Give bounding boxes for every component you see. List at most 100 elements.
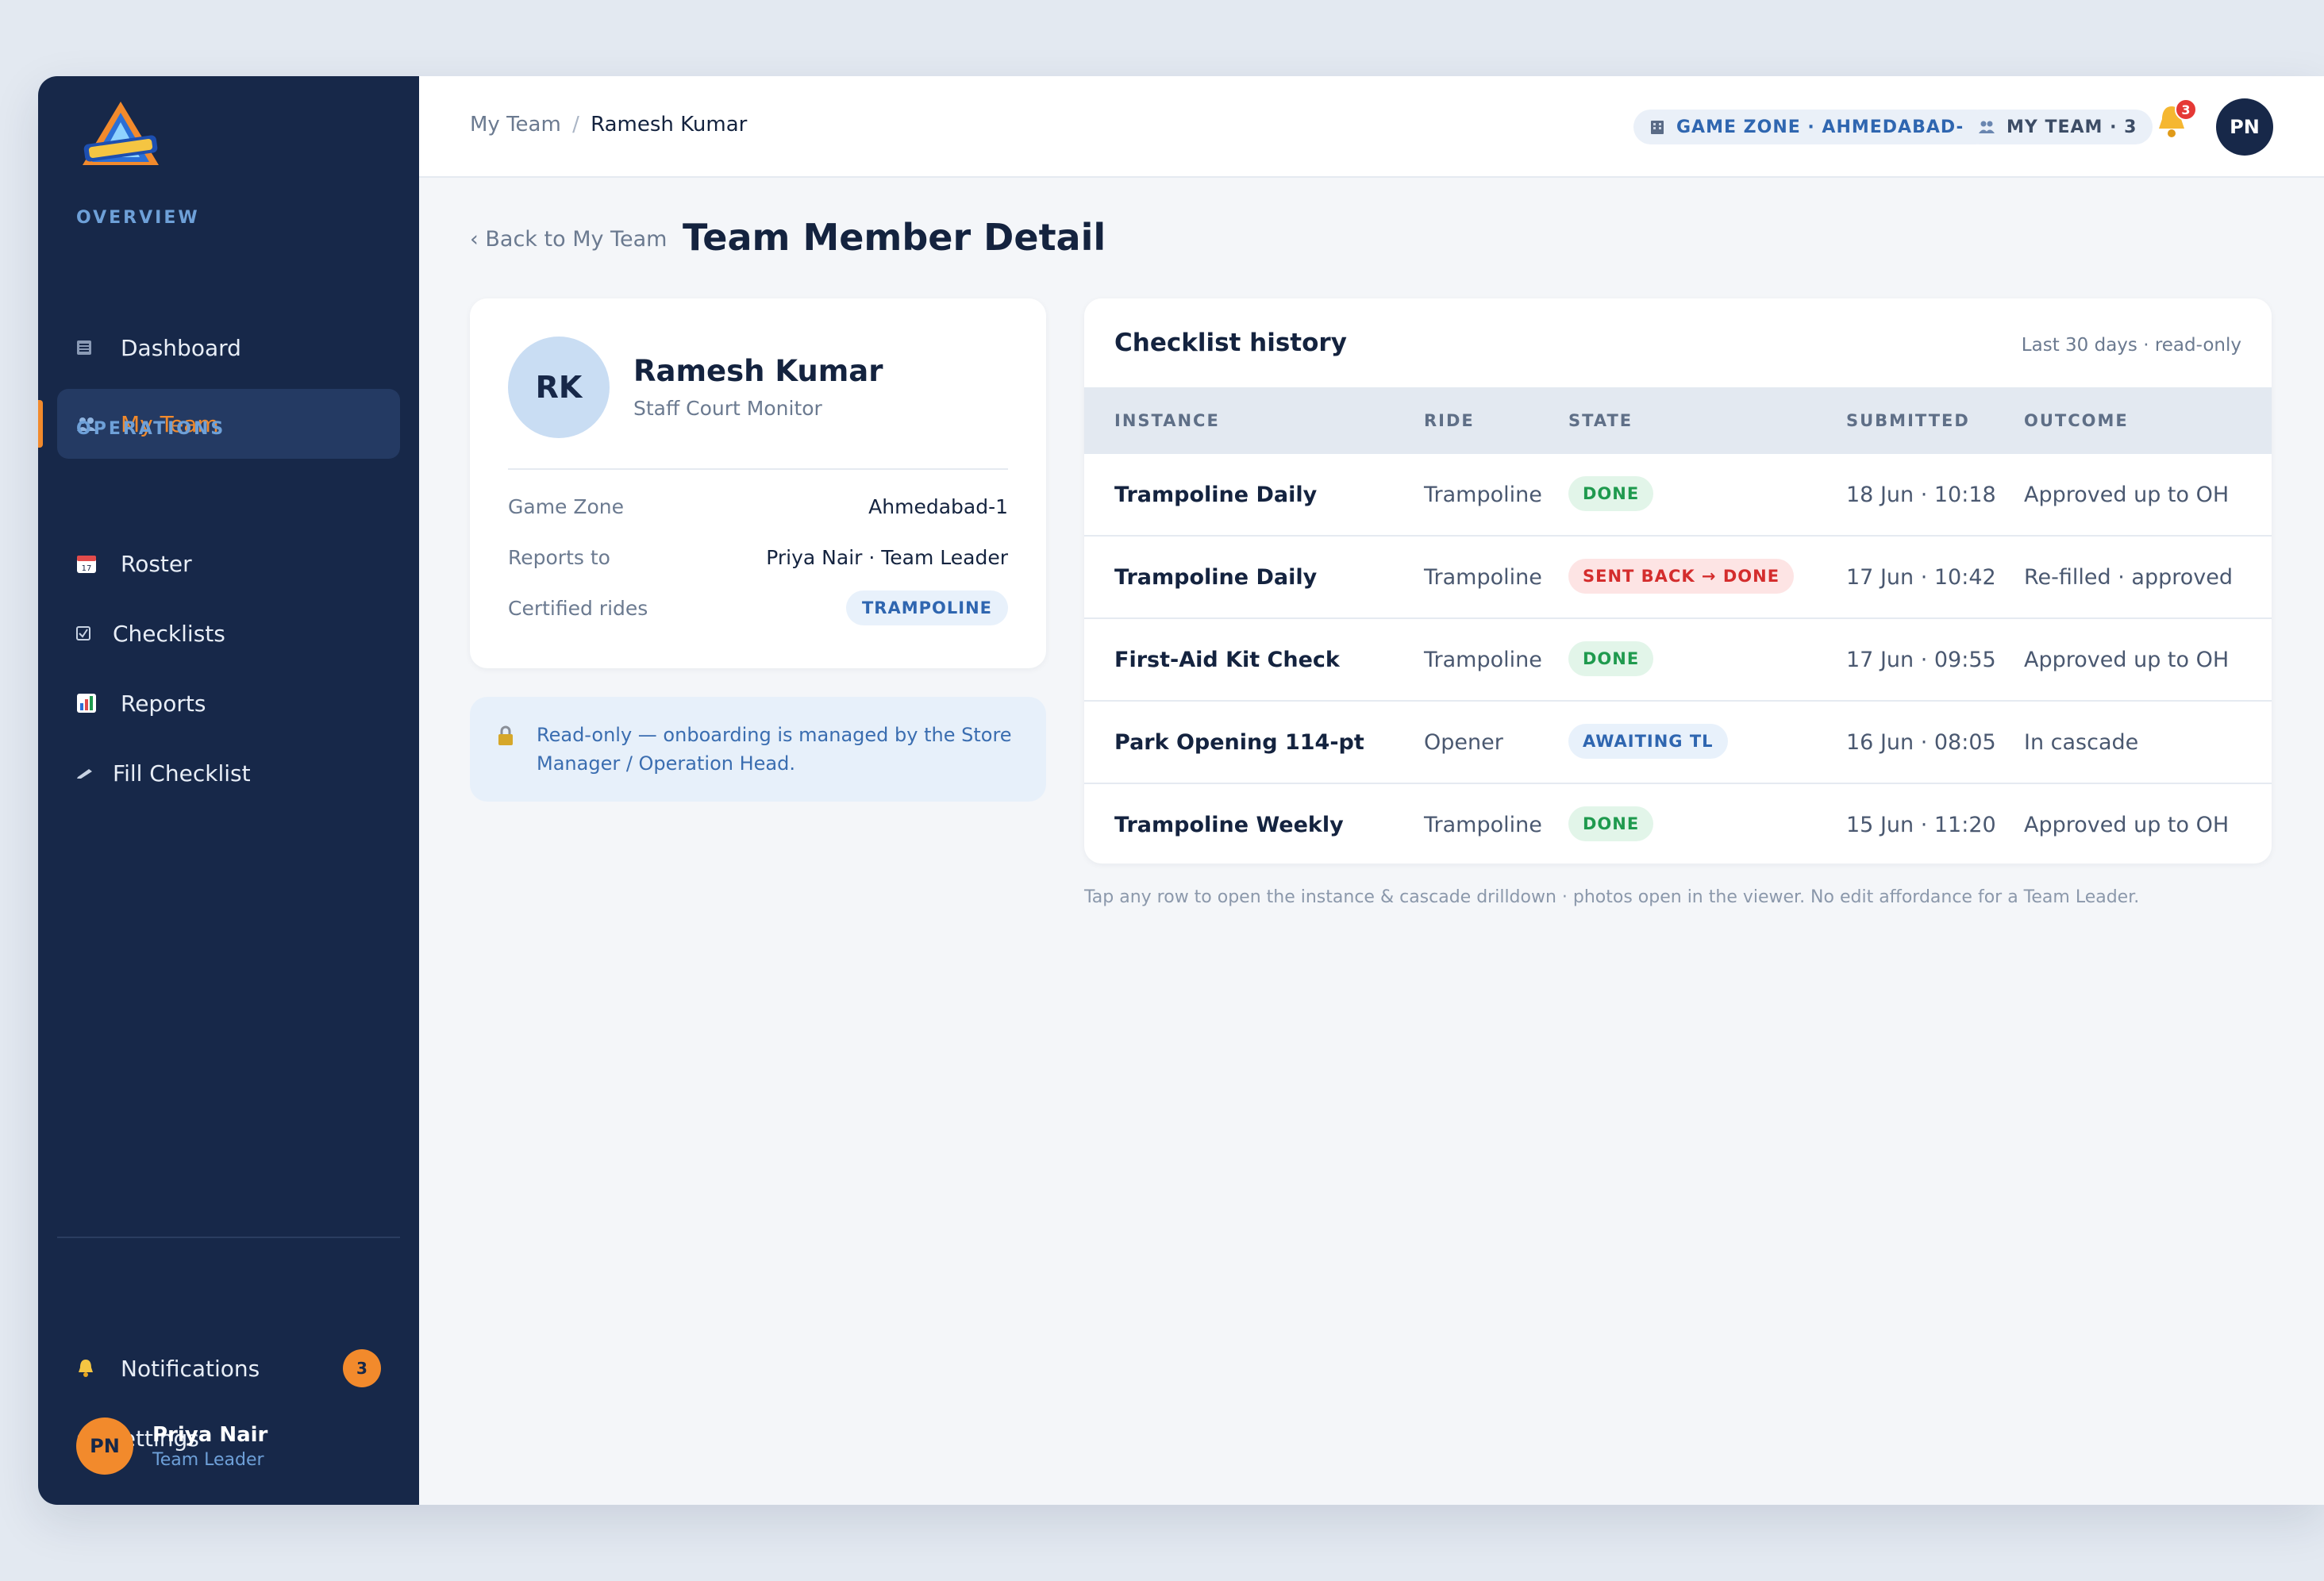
sidebar-item-label: Fill Checklist bbox=[113, 760, 251, 787]
game-zone-value: Ahmedabad-1 bbox=[868, 495, 1008, 518]
sidebar-item-checklists[interactable]: Checklists bbox=[57, 598, 400, 668]
sidebar-item-label: Checklists bbox=[113, 620, 225, 647]
sidebar-item-fill-checklist[interactable]: Fill Checklist bbox=[57, 738, 400, 808]
cell-submitted: 17 Jun · 09:55 bbox=[1846, 648, 1996, 672]
cell-ride: Trampoline bbox=[1424, 565, 1542, 590]
cell-instance: Park Opening 114-pt bbox=[1114, 730, 1364, 755]
dashboard-icon bbox=[76, 340, 108, 356]
cell-ride: Trampoline bbox=[1424, 648, 1542, 672]
status-badge: AWAITING TL bbox=[1568, 724, 1728, 759]
checklist-history-meta: Last 30 days · read-only bbox=[2021, 335, 2241, 356]
breadcrumb: My Team / Ramesh Kumar bbox=[470, 113, 747, 137]
member-name: Ramesh Kumar bbox=[633, 354, 883, 388]
certified-rides-row: Certified rides TRAMPOLINE bbox=[508, 590, 1008, 625]
cell-outcome: Approved up to OH bbox=[2024, 648, 2230, 672]
page-title: Team Member Detail bbox=[683, 216, 1106, 259]
game-zone-chip[interactable]: GAME ZONE · AHMEDABAD-1 bbox=[1633, 110, 1993, 144]
section-label-operations: OPERATIONS bbox=[76, 419, 226, 439]
read-only-notice: Read-only — onboarding is managed by the… bbox=[470, 697, 1046, 802]
table-row[interactable]: Trampoline Weekly Trampoline DONE 15 Jun… bbox=[1084, 784, 2272, 864]
team-icon bbox=[1979, 121, 1995, 133]
main-content: My Team / Ramesh Kumar GAME ZONE · AHMED… bbox=[419, 76, 2324, 1505]
cell-submitted: 17 Jun · 10:42 bbox=[1846, 565, 1996, 590]
column-header-outcome: OUTCOME bbox=[2024, 411, 2129, 430]
svg-text:17: 17 bbox=[82, 564, 92, 573]
cell-outcome: In cascade bbox=[2024, 730, 2139, 755]
sidebar-item-dashboard[interactable]: Dashboard bbox=[57, 313, 400, 383]
cell-instance: Trampoline Weekly bbox=[1114, 813, 1344, 837]
cell-submitted: 16 Jun · 08:05 bbox=[1846, 730, 1996, 755]
cell-instance: Trampoline Daily bbox=[1114, 483, 1318, 507]
my-team-chip[interactable]: MY TEAM · 3 bbox=[1962, 110, 2153, 144]
cell-submitted: 18 Jun · 10:18 bbox=[1846, 483, 1996, 507]
certified-ride-tag: TRAMPOLINE bbox=[845, 590, 1008, 625]
cell-ride: Trampoline bbox=[1424, 813, 1542, 837]
cell-outcome: Re-filled · approved bbox=[2024, 565, 2233, 590]
bar-chart-icon bbox=[76, 693, 108, 714]
back-to-my-team-link[interactable]: ‹ Back to My Team bbox=[470, 227, 667, 252]
cell-instance: First-Aid Kit Check bbox=[1114, 648, 1340, 672]
game-zone-row: Game Zone Ahmedabad-1 bbox=[508, 495, 1008, 518]
notifications-bell-badge: 3 bbox=[2175, 98, 2197, 121]
breadcrumb-current: Ramesh Kumar bbox=[591, 113, 748, 137]
user-role: Team Leader bbox=[152, 1449, 264, 1470]
sidebar-item-notifications[interactable]: Notifications 3 bbox=[57, 1333, 400, 1403]
table-row[interactable]: Park Opening 114-pt Opener AWAITING TL 1… bbox=[1084, 702, 2272, 784]
avatar: PN bbox=[76, 1418, 133, 1475]
table-row[interactable]: Trampoline Daily Trampoline SENT BACK → … bbox=[1084, 537, 2272, 619]
breadcrumb-parent-link[interactable]: My Team bbox=[470, 113, 561, 137]
section-label-overview: OVERVIEW bbox=[76, 208, 200, 228]
table-row[interactable]: First-Aid Kit Check Trampoline DONE 17 J… bbox=[1084, 619, 2272, 702]
reports-to-label: Reports to bbox=[508, 546, 610, 569]
notifications-count-badge: 3 bbox=[343, 1349, 381, 1387]
user-name: Priya Nair bbox=[152, 1422, 268, 1447]
status-badge: DONE bbox=[1568, 641, 1654, 676]
avatar[interactable]: PN bbox=[2216, 98, 2273, 156]
sidebar-item-label: Reports bbox=[121, 690, 206, 717]
column-header-ride: RIDE bbox=[1424, 411, 1475, 430]
status-badge: DONE bbox=[1568, 476, 1654, 511]
checklist-history-title: Checklist history bbox=[1114, 329, 1347, 357]
reports-to-row: Reports to Priya Nair · Team Leader bbox=[508, 546, 1008, 569]
status-badge: SENT BACK → DONE bbox=[1568, 559, 1795, 594]
game-zone-chip-label: GAME ZONE · AHMEDABAD-1 bbox=[1676, 117, 1977, 137]
calendar-icon: 17 bbox=[76, 553, 108, 574]
app-window: OVERVIEW Dashboard My Team OPERATIONS 17… bbox=[38, 76, 2324, 1505]
game-zone-label: Game Zone bbox=[508, 495, 625, 518]
sidebar-user-profile[interactable]: PN Priya Nair Team Leader bbox=[76, 1418, 267, 1475]
sidebar: OVERVIEW Dashboard My Team OPERATIONS 17… bbox=[38, 76, 419, 1505]
table-header: INSTANCE RIDE STATE SUBMITTED OUTCOME bbox=[1084, 387, 2272, 454]
table-footnote: Tap any row to open the instance & casca… bbox=[1084, 887, 2140, 907]
cell-outcome: Approved up to OH bbox=[2024, 483, 2230, 507]
sidebar-item-reports[interactable]: Reports bbox=[57, 668, 400, 738]
member-role: Staff Court Monitor bbox=[633, 397, 822, 420]
bell-icon bbox=[76, 1358, 108, 1379]
member-profile-card: RK Ramesh Kumar Staff Court Monitor Game… bbox=[470, 298, 1046, 668]
checkbox-icon bbox=[76, 626, 100, 640]
certified-rides-label: Certified rides bbox=[508, 596, 648, 620]
sidebar-item-label: Roster bbox=[121, 550, 192, 577]
sidebar-item-label: Notifications bbox=[121, 1355, 260, 1382]
cell-ride: Trampoline bbox=[1424, 483, 1542, 507]
breadcrumb-separator: / bbox=[572, 113, 579, 137]
sidebar-item-label: Dashboard bbox=[121, 334, 241, 361]
column-header-instance: INSTANCE bbox=[1114, 411, 1220, 430]
cell-outcome: Approved up to OH bbox=[2024, 813, 2230, 837]
my-team-chip-label: MY TEAM · 3 bbox=[2007, 117, 2137, 137]
avatar: RK bbox=[508, 337, 610, 438]
cell-submitted: 15 Jun · 11:20 bbox=[1846, 813, 1996, 837]
status-badge: DONE bbox=[1568, 806, 1654, 841]
reports-to-value: Priya Nair · Team Leader bbox=[766, 546, 1008, 569]
building-icon bbox=[1651, 121, 1664, 134]
pencil-icon bbox=[76, 767, 100, 779]
brand-logo[interactable] bbox=[76, 98, 165, 175]
sidebar-item-roster[interactable]: 17 Roster bbox=[57, 529, 400, 598]
column-header-state: STATE bbox=[1568, 411, 1633, 430]
lock-icon bbox=[497, 725, 514, 749]
column-header-submitted: SUBMITTED bbox=[1846, 411, 1970, 430]
cell-instance: Trampoline Daily bbox=[1114, 565, 1318, 590]
checklist-history-card: Checklist history Last 30 days · read-on… bbox=[1084, 298, 2272, 864]
topbar: My Team / Ramesh Kumar GAME ZONE · AHMED… bbox=[419, 76, 2324, 178]
table-row[interactable]: Trampoline Daily Trampoline DONE 18 Jun … bbox=[1084, 454, 2272, 537]
cell-ride: Opener bbox=[1424, 730, 1503, 755]
